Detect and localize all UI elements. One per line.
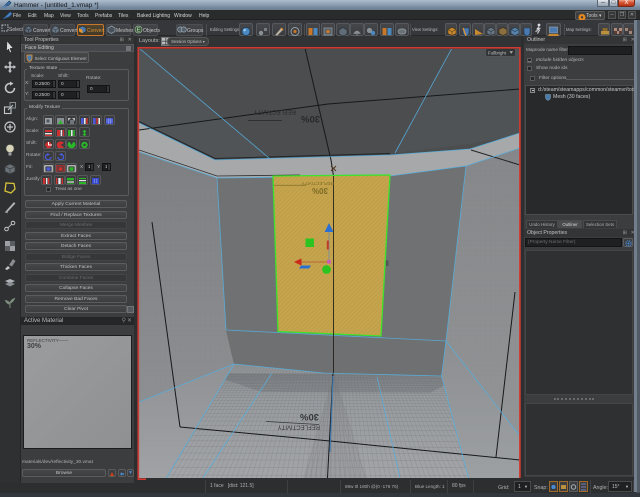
svg-text:30%: 30% bbox=[300, 113, 320, 124]
svg-text:30%: 30% bbox=[312, 186, 328, 195]
svg-text:Fullbright: Fullbright bbox=[488, 50, 507, 55]
svg-text:E: E bbox=[137, 27, 141, 33]
svg-text:180: 180 bbox=[385, 260, 389, 266]
svg-text:30%: 30% bbox=[299, 411, 319, 422]
svg-text:REFLECTIVITY: REFLECTIVITY bbox=[302, 181, 334, 186]
svg-text:REFLECTIVITY: REFLECTIVITY bbox=[254, 108, 296, 114]
